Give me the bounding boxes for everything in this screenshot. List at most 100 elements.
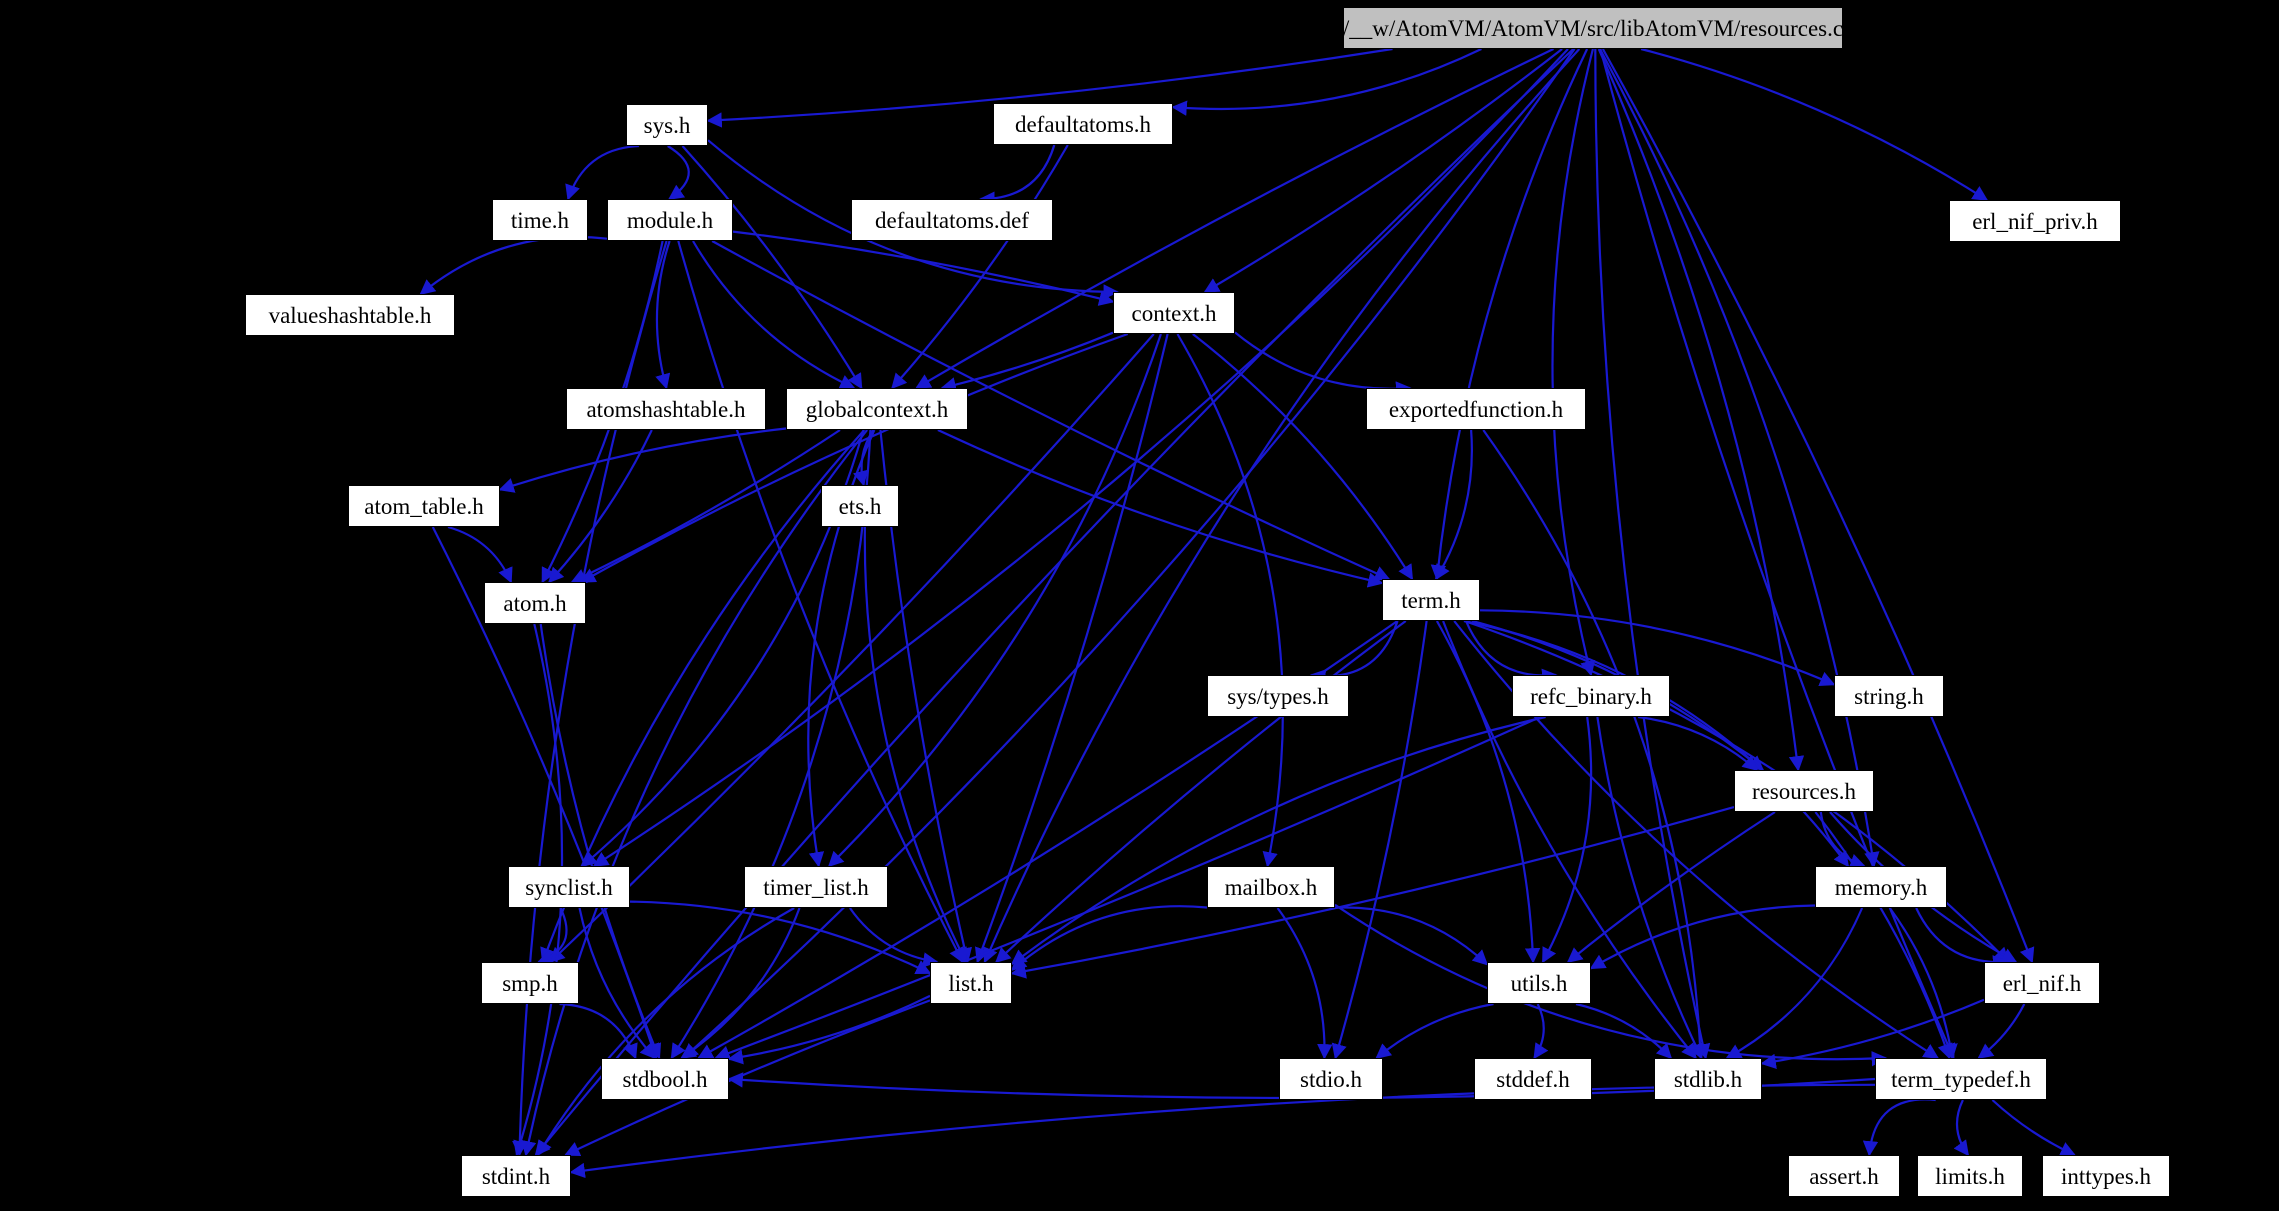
graph-edge <box>680 907 801 1059</box>
graph-node-string-h[interactable]: string.h <box>1834 675 1944 717</box>
graph-edge <box>498 427 787 493</box>
graph-node-module-h[interactable]: module.h <box>607 199 733 241</box>
graph-edge <box>1464 620 1558 684</box>
graph-node-atom-table-h[interactable]: atom_table.h <box>348 485 500 527</box>
graph-node-utils-h[interactable]: utils.h <box>1487 962 1591 1004</box>
graph-node-atomshashtable-h[interactable]: atomshashtable.h <box>566 388 766 430</box>
graph-node-mailbox-h[interactable]: mailbox.h <box>1207 866 1335 908</box>
graph-node-context-h[interactable]: context.h <box>1113 292 1235 334</box>
graph-edge <box>1276 907 1333 1060</box>
graph-edge <box>937 429 1384 588</box>
graph-edge <box>1814 811 1953 1060</box>
graph-node-timer-list-h[interactable]: timer_list.h <box>744 866 888 908</box>
graph-edge <box>1192 333 1414 581</box>
graph-edge <box>1888 907 1958 1060</box>
graph-edge <box>1953 1099 1970 1157</box>
graph-edge <box>848 907 939 968</box>
graph-edge <box>1479 609 1836 687</box>
graph-edge <box>1596 716 1703 1060</box>
graph-edge <box>1010 806 1735 979</box>
graph-edge <box>1575 1002 1673 1060</box>
graph-node-stdio-h[interactable]: stdio.h <box>1279 1058 1383 1100</box>
graph-node-defaultatoms-h[interactable]: defaultatoms.h <box>993 103 1173 145</box>
graph-node-atom-h[interactable]: atom.h <box>484 582 586 624</box>
graph-node-exportedfunction-h[interactable]: exportedfunction.h <box>1366 388 1586 430</box>
graph-node-defaultatoms-def[interactable]: defaultatoms.def <box>851 199 1053 241</box>
graph-edge <box>1862 1098 1936 1157</box>
graph-edge <box>1594 48 1711 1060</box>
graph-node-sys-h[interactable]: sys.h <box>626 104 708 146</box>
graph-edge <box>1533 1003 1549 1060</box>
graph-edge <box>692 240 856 390</box>
graph-edge <box>1010 905 1208 971</box>
graph-edge <box>512 240 668 1157</box>
graph-edge <box>1203 48 1563 293</box>
graph-edge <box>1760 998 1985 1069</box>
graph-edge <box>1309 620 1399 685</box>
graph-edge <box>732 230 1115 306</box>
graph-edge <box>1601 48 2035 964</box>
include-dependency-graph: /__w/AtomVM/AtomVM/src/libAtomVM/resourc… <box>0 0 2279 1211</box>
graph-node-term-h[interactable]: term.h <box>1382 579 1480 621</box>
graph-edge <box>1566 811 1776 963</box>
graph-edge <box>974 333 1169 964</box>
graph-edge <box>592 48 1569 867</box>
graph-node-stdbool-h[interactable]: stdbool.h <box>601 1058 729 1100</box>
graph-edge <box>1597 48 1805 772</box>
graph-edge <box>1329 906 1489 966</box>
graph-edge <box>1463 619 1850 868</box>
graph-edge <box>1637 715 1759 772</box>
graph-edge <box>1589 904 1816 970</box>
graph-edge <box>559 1002 638 1060</box>
graph-node-smp-h[interactable]: smp.h <box>481 962 579 1004</box>
graph-node-refc-binary-h[interactable]: refc_binary.h <box>1512 675 1670 717</box>
graph-node-memory-h[interactable]: memory.h <box>1815 866 1947 908</box>
graph-node-globalcontext-h[interactable]: globalcontext.h <box>786 388 968 430</box>
graph-edge <box>667 145 690 200</box>
graph-edge <box>1171 48 1482 116</box>
graph-node-inttypes-h[interactable]: inttypes.h <box>2042 1155 2170 1197</box>
graph-node-erl-nif-h[interactable]: erl_nif.h <box>1984 962 2100 1004</box>
graph-node-stddef-h[interactable]: stddef.h <box>1474 1058 1592 1100</box>
graph-edge <box>1551 48 1596 677</box>
graph-node-ets-h[interactable]: ets.h <box>821 485 899 527</box>
graph-node-assert-h[interactable]: assert.h <box>1788 1155 1900 1197</box>
edge-layer <box>419 47 2076 1179</box>
graph-edge <box>419 235 608 295</box>
graph-edge <box>1599 48 1880 868</box>
graph-edge <box>995 620 1407 964</box>
graph-edge <box>579 332 1129 583</box>
graph-node-stdlib-h[interactable]: stdlib.h <box>1654 1058 1762 1100</box>
graph-edge <box>891 144 1069 390</box>
graph-edge <box>1435 620 1541 964</box>
graph-node-resources-h[interactable]: resources.h <box>1734 770 1874 812</box>
graph-edge <box>1234 331 1412 397</box>
graph-edge <box>1991 1099 2076 1157</box>
graph-edge <box>629 900 932 975</box>
graph-edge <box>536 907 795 1157</box>
graph-edge <box>578 907 656 1060</box>
graph-node-resources-c[interactable]: /__w/AtomVM/AtomVM/src/libAtomVM/resourc… <box>1343 7 1843 49</box>
graph-edge <box>983 48 1581 964</box>
graph-edge <box>1915 907 2009 971</box>
graph-node-time-h[interactable]: time.h <box>492 199 588 241</box>
graph-edge <box>1010 715 1546 965</box>
graph-node-limits-h[interactable]: limits.h <box>1917 1155 2023 1197</box>
graph-node-synclist-h[interactable]: synclist.h <box>508 866 630 908</box>
graph-node-term-typedef-h[interactable]: term_typedef.h <box>1875 1058 2047 1100</box>
graph-node-sys-types-h[interactable]: sys/types.h <box>1207 675 1349 717</box>
graph-node-list-h[interactable]: list.h <box>930 962 1012 1004</box>
graph-edge <box>1725 907 1864 1059</box>
graph-edge <box>1331 620 1428 1060</box>
graph-node-stdint-h[interactable]: stdint.h <box>461 1155 571 1197</box>
graph-edge <box>1541 716 1593 964</box>
graph-edge <box>1819 811 1866 869</box>
graph-edge <box>681 145 863 390</box>
graph-edge <box>537 907 568 965</box>
graph-node-erl-nif-priv-h[interactable]: erl_nif_priv.h <box>1949 200 2121 242</box>
graph-node-valueshashtable-h[interactable]: valueshashtable.h <box>245 294 455 336</box>
graph-edge <box>979 144 1056 207</box>
graph-edge <box>1334 903 1888 1067</box>
graph-edge <box>565 144 639 201</box>
graph-edge <box>852 429 875 487</box>
